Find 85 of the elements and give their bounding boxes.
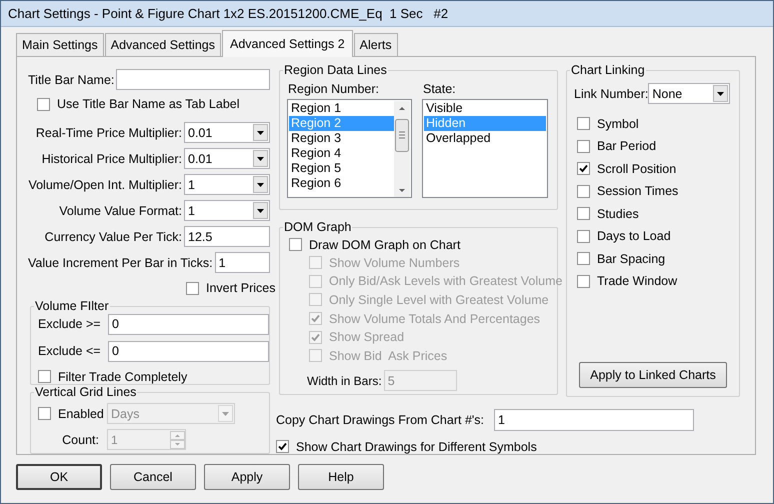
checkbox-label[interactable]: Scroll Position <box>597 162 676 176</box>
checkbox-label[interactable]: Studies <box>597 206 639 220</box>
checkbox-label[interactable]: Show Chart Drawings for Different Symbols <box>296 440 537 454</box>
dialog-button[interactable]: Apply <box>204 464 290 490</box>
caret-icon <box>222 412 229 416</box>
tab[interactable]: Advanced Settings <box>104 33 221 56</box>
checkbox[interactable] <box>38 370 51 383</box>
field-label: Currency Value Per Tick: <box>44 230 182 244</box>
list-item[interactable]: Region 6 <box>289 176 394 191</box>
field-label: Historical Price Multiplier: <box>42 152 182 166</box>
dropdown[interactable]: 1 <box>184 200 270 221</box>
checkbox[interactable] <box>37 98 50 110</box>
group-title: Vertical Grid Lines <box>34 385 138 399</box>
text-field[interactable]: 12.5 <box>184 226 270 247</box>
dropdown[interactable]: 0.01 <box>184 148 270 169</box>
caret-icon <box>257 130 264 134</box>
checkbox-label[interactable]: Use Title Bar Name as Tab Label <box>57 97 240 111</box>
checkbox[interactable] <box>577 252 590 265</box>
text-field[interactable]: 1 <box>214 252 270 273</box>
field-label: Link Number: <box>574 86 648 100</box>
field-label: Volume Value Format: <box>59 204 182 218</box>
field-label: Value Increment Per Bar in Ticks: <box>28 256 213 270</box>
checkbox[interactable] <box>38 407 51 420</box>
caret-icon <box>257 156 264 160</box>
checkbox-label[interactable]: Days to Load <box>597 229 671 243</box>
dialog-button[interactable]: Help <box>298 464 384 490</box>
dropdown[interactable]: None <box>648 83 730 104</box>
checkbox-label[interactable]: Trade Window <box>597 274 678 288</box>
checkbox[interactable] <box>577 274 590 288</box>
checkbox-label[interactable]: Symbol <box>597 116 639 130</box>
checkbox-label[interactable]: Invert Prices <box>206 281 276 295</box>
field-label: Exclude <= <box>38 344 102 358</box>
dropdown[interactable]: 0.01 <box>184 122 270 143</box>
checkbox-label[interactable]: Filter Trade Completely <box>58 370 188 384</box>
checkbox[interactable] <box>577 184 590 198</box>
checkbox[interactable] <box>577 162 590 175</box>
list-item[interactable]: Overlapped <box>424 131 546 146</box>
dialog-button[interactable]: Cancel <box>110 464 196 490</box>
checkmark-icon <box>278 442 287 451</box>
list-item[interactable]: Region 3 <box>289 131 394 146</box>
checkbox[interactable] <box>186 282 199 294</box>
checkbox[interactable] <box>289 238 302 251</box>
caret-icon <box>717 92 724 96</box>
list-item[interactable]: Region 1 <box>289 101 394 116</box>
field-label: Width in Bars: <box>307 374 382 388</box>
list-item[interactable]: Region 4 <box>289 146 394 161</box>
caret-icon <box>257 208 264 212</box>
list-label: Region Number: <box>288 82 380 96</box>
checkbox[interactable] <box>577 230 590 242</box>
checkbox-label[interactable]: Draw DOM Graph on Chart <box>309 238 460 252</box>
text-field[interactable]: 1 <box>494 409 694 431</box>
dialog-button[interactable]: OK <box>16 464 102 490</box>
tab[interactable]: Main Settings <box>16 33 104 56</box>
checkbox[interactable] <box>577 140 590 152</box>
field-label: Title Bar Name: <box>28 72 114 86</box>
checkbox-label[interactable]: Session Times <box>597 184 678 198</box>
spin-arrows-icon <box>170 430 185 448</box>
checkbox[interactable] <box>577 207 590 220</box>
text-field[interactable] <box>116 69 270 90</box>
field-label: Count: <box>61 432 100 446</box>
group-title: DOM Graph <box>283 220 352 234</box>
list-label: State: <box>423 82 457 96</box>
group-title: Chart Linking <box>570 63 646 77</box>
field-label: Real-Time Price Multiplier: <box>36 126 182 140</box>
list-item[interactable]: Region 5 <box>289 161 394 176</box>
field-label: Volume/Open Int. Multiplier: <box>28 178 182 192</box>
checkbox[interactable] <box>577 117 590 130</box>
text-field[interactable]: 0 <box>108 340 269 362</box>
group-title: Volume FIlter <box>34 299 110 313</box>
checkbox-label[interactable]: Bar Spacing <box>597 252 666 266</box>
checkbox-label[interactable]: Enabled <box>58 406 104 420</box>
checkbox-label[interactable]: Bar Period <box>597 139 656 153</box>
tab[interactable]: Alerts <box>354 33 398 56</box>
apply-linked-charts-button[interactable]: Apply to Linked Charts <box>579 362 727 388</box>
tab[interactable]: Advanced Settings 2 <box>222 30 353 57</box>
window-title: Chart Settings - Point & Figure Chart 1x2 ES.20151200.CME_Eq 1 Sec #2 <box>8 6 448 21</box>
group-title: Region Data Lines <box>283 63 388 77</box>
list-item[interactable]: Visible <box>424 101 546 116</box>
checkmark-icon <box>579 164 588 173</box>
field-label: Copy Chart Drawings From Chart #'s: <box>276 413 484 427</box>
checkbox[interactable] <box>276 440 289 453</box>
caret-icon <box>257 182 264 186</box>
field-label: Exclude >= <box>38 317 102 331</box>
text-field[interactable]: 0 <box>108 314 269 334</box>
dropdown[interactable]: 1 <box>184 174 270 195</box>
